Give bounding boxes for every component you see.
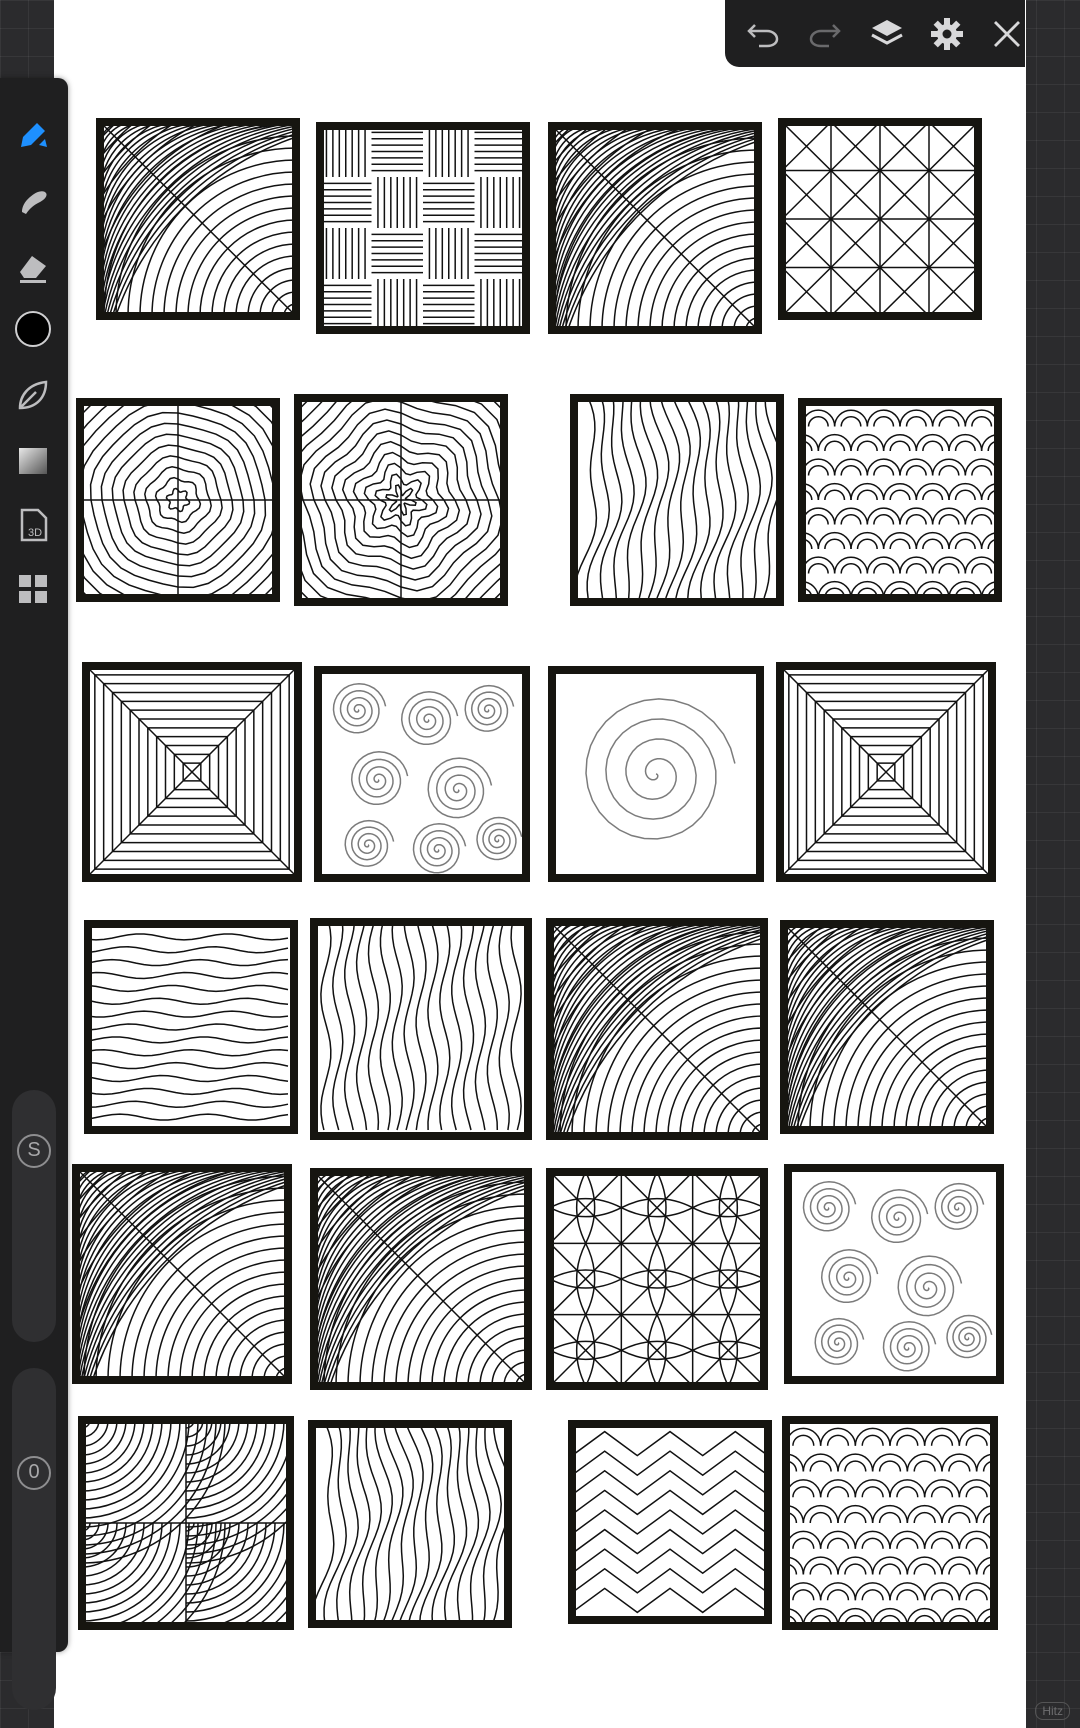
drawing-canvas[interactable] (54, 0, 1026, 1728)
3d-file-icon[interactable]: 3D (14, 506, 52, 544)
pattern-tile (776, 662, 996, 882)
redo-icon[interactable] (805, 14, 845, 54)
brush-size-slider[interactable]: S (12, 1090, 56, 1342)
tangle-pattern-sheet (72, 118, 1004, 1630)
pattern-tile (96, 118, 300, 320)
pattern-tile (294, 394, 508, 606)
color-swatch-icon[interactable] (14, 310, 52, 348)
pattern-tile (308, 1420, 512, 1628)
undo-icon[interactable] (743, 14, 783, 54)
eraser-icon[interactable] (14, 248, 52, 286)
top-toolbar (725, 0, 1025, 67)
pattern-tile (82, 662, 302, 882)
opacity-slider[interactable]: 0 (12, 1368, 56, 1710)
pattern-tile (548, 666, 764, 882)
tool-rail: 3D S 0 (0, 78, 68, 1710)
close-icon[interactable] (987, 14, 1027, 54)
pattern-tile (84, 920, 298, 1134)
settings-icon[interactable] (927, 14, 967, 54)
pattern-tile (778, 118, 982, 320)
layers-icon[interactable] (867, 14, 907, 54)
smudge-icon[interactable] (14, 182, 52, 220)
pattern-tile (568, 1420, 772, 1624)
pattern-tile (570, 394, 784, 606)
pattern-tile (76, 398, 280, 602)
gallery-icon[interactable] (14, 570, 52, 608)
gradient-icon[interactable] (14, 442, 52, 480)
watermark: Hitz (1035, 1702, 1070, 1720)
svg-text:3D: 3D (28, 527, 42, 539)
pattern-tile (548, 122, 762, 334)
pattern-tile (782, 1416, 998, 1630)
pattern-tile (314, 666, 530, 882)
pattern-tile (784, 1164, 1004, 1384)
brush-icon[interactable] (14, 116, 52, 154)
pattern-tile (310, 918, 532, 1140)
size-indicator: S (17, 1134, 51, 1168)
pattern-tile (798, 398, 1002, 602)
pattern-tile (316, 122, 530, 334)
pattern-tile (78, 1416, 294, 1630)
opacity-indicator: 0 (17, 1456, 51, 1490)
selection-icon[interactable] (14, 376, 52, 414)
